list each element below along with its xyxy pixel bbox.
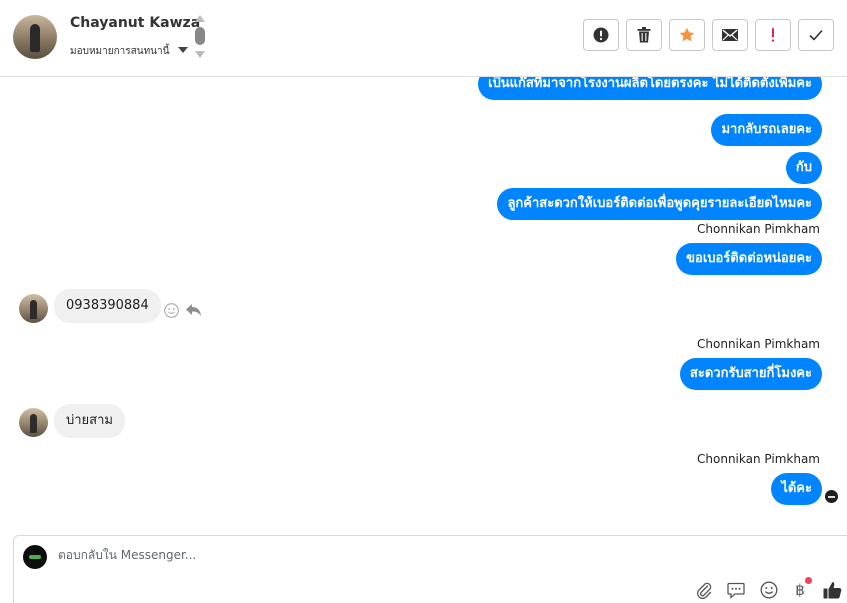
payment-button[interactable]: ฿ [790,577,812,600]
sender-name: Chonnikan Pimkham [697,452,820,466]
page-avatar [23,545,47,569]
reply-input[interactable] [58,548,658,562]
exclamation-icon [771,28,775,42]
emoji-icon [760,581,778,599]
paperclip-icon [696,582,712,599]
react-emoji-icon[interactable] [164,303,179,318]
thumbs-up-icon [823,582,841,599]
sender-name: Chonnikan Pimkham [697,337,820,351]
message-bubble-outgoing[interactable]: กับ [785,152,822,184]
attach-button[interactable] [694,580,714,600]
message-bubble-outgoing[interactable]: เป็นแก๊สที่มาจากโรงงานผลิตโดยตรงคะ ไม่ได… [478,77,822,100]
contact-name[interactable]: Chayanut Kawza [70,15,200,31]
sender-name: Chonnikan Pimkham [697,222,820,236]
contact-avatar-small [19,294,48,323]
arrow-down-icon[interactable] [195,51,205,58]
envelope-icon [722,29,738,41]
alert-circle-icon [593,27,609,43]
message-bubble-outgoing[interactable]: ขอเบอร์ติดต่อหน่อยคะ [676,243,822,275]
check-icon [809,29,823,41]
follow-up-button[interactable] [755,19,791,51]
conversation-header: Chayanut Kawza มอบหมายการสนทนานี้ [0,0,847,77]
assign-conversation-label[interactable]: มอบหมายการสนทนานี้ [70,44,169,59]
star-icon [679,27,695,42]
conversation-scroll-control[interactable] [193,15,207,59]
saved-replies-button[interactable] [726,580,746,600]
arrow-up-icon[interactable] [195,15,205,22]
message-bubble-incoming[interactable]: 0938390884 [54,289,161,323]
message-thread[interactable]: เป็นแก๊สที่มาจากโรงงานผลิตโดยตรงคะ ไม่ได… [0,77,847,533]
baht-payment-icon: ฿ [795,581,805,599]
delete-button[interactable] [626,19,662,51]
caret-down-icon[interactable] [178,47,188,53]
message-bubble-outgoing[interactable]: ได้คะ [771,473,822,505]
contact-avatar-small [19,408,48,437]
scroll-thumb[interactable] [195,27,205,45]
spam-button[interactable] [583,19,619,51]
mark-unread-button[interactable] [712,19,748,51]
message-bubble-incoming[interactable]: บ่ายสาม [54,404,125,438]
saved-reply-icon [727,582,745,599]
like-button[interactable] [822,580,842,600]
trash-icon [637,27,651,43]
message-bubble-outgoing[interactable]: ลูกค้าสะดวกให้เบอร์ติดต่อเพื่อพูดคุยรายล… [497,188,822,220]
star-button[interactable] [669,19,705,51]
reply-arrow-icon[interactable] [185,303,202,317]
message-bubble-outgoing[interactable]: สะดวกรับสายกี่โมงคะ [679,358,822,390]
done-button[interactable] [798,19,834,51]
seen-indicator-icon [825,490,838,503]
contact-avatar[interactable] [13,15,57,59]
reply-composer: ฿ [13,535,847,603]
emoji-button[interactable] [759,580,779,600]
message-bubble-outgoing[interactable]: มากลับรถเลยคะ [711,114,822,146]
notification-dot [805,577,812,584]
